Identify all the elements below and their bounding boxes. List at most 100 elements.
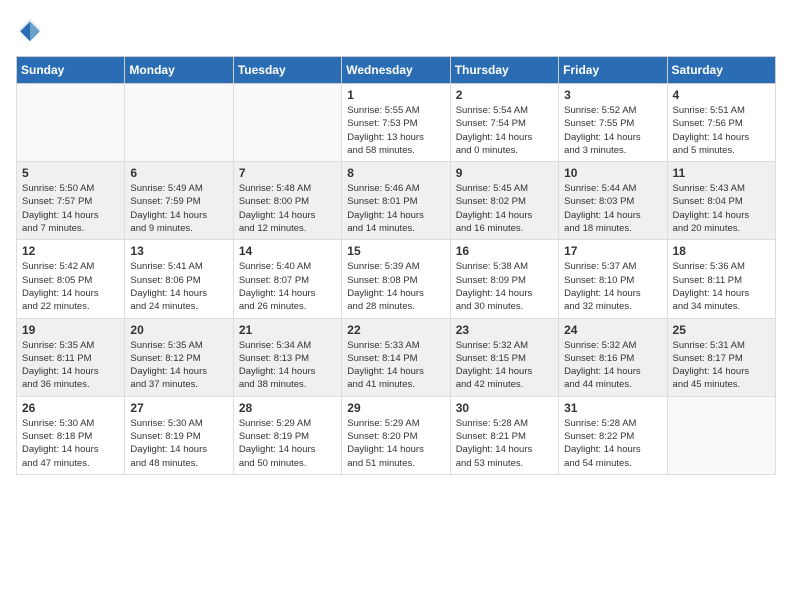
calendar-day-cell (125, 84, 233, 162)
day-number: 15 (347, 244, 444, 258)
day-info: Sunrise: 5:29 AMSunset: 8:19 PMDaylight:… (239, 417, 336, 470)
day-info: Sunrise: 5:31 AMSunset: 8:17 PMDaylight:… (673, 339, 770, 392)
day-info: Sunrise: 5:55 AMSunset: 7:53 PMDaylight:… (347, 104, 444, 157)
logo-icon (16, 16, 44, 44)
day-number: 29 (347, 401, 444, 415)
day-info: Sunrise: 5:28 AMSunset: 8:21 PMDaylight:… (456, 417, 553, 470)
day-info: Sunrise: 5:41 AMSunset: 8:06 PMDaylight:… (130, 260, 227, 313)
calendar-day-cell (233, 84, 341, 162)
day-number: 5 (22, 166, 119, 180)
day-info: Sunrise: 5:52 AMSunset: 7:55 PMDaylight:… (564, 104, 661, 157)
calendar-header-thursday: Thursday (450, 57, 558, 84)
calendar-day-cell: 15Sunrise: 5:39 AMSunset: 8:08 PMDayligh… (342, 240, 450, 318)
day-info: Sunrise: 5:36 AMSunset: 8:11 PMDaylight:… (673, 260, 770, 313)
day-info: Sunrise: 5:30 AMSunset: 8:19 PMDaylight:… (130, 417, 227, 470)
calendar-header-monday: Monday (125, 57, 233, 84)
page-header (16, 16, 776, 44)
calendar-day-cell: 5 Sunrise: 5:50 AMSunset: 7:57 PMDaylight… (17, 162, 125, 240)
calendar-header-saturday: Saturday (667, 57, 775, 84)
day-number: 24 (564, 323, 661, 337)
day-number: 23 (456, 323, 553, 337)
calendar-day-cell: 3 Sunrise: 5:52 AMSunset: 7:55 PMDaylight… (559, 84, 667, 162)
calendar-day-cell: 18 Sunrise: 5:36 AMSunset: 8:11 PMDayligh… (667, 240, 775, 318)
calendar-day-cell: 27Sunrise: 5:30 AMSunset: 8:19 PMDayligh… (125, 396, 233, 474)
calendar-day-cell: 16 Sunrise: 5:38 AMSunset: 8:09 PMDayligh… (450, 240, 558, 318)
calendar-day-cell: 25 Sunrise: 5:31 AMSunset: 8:17 PMDayligh… (667, 318, 775, 396)
logo (16, 16, 48, 44)
day-info: Sunrise: 5:35 AMSunset: 8:11 PMDaylight:… (22, 339, 119, 392)
day-number: 26 (22, 401, 119, 415)
day-number: 16 (456, 244, 553, 258)
day-info: Sunrise: 5:42 AMSunset: 8:05 PMDaylight:… (22, 260, 119, 313)
day-number: 28 (239, 401, 336, 415)
day-number: 10 (564, 166, 661, 180)
day-info: Sunrise: 5:38 AMSunset: 8:09 PMDaylight:… (456, 260, 553, 313)
day-number: 25 (673, 323, 770, 337)
calendar-day-cell: 12Sunrise: 5:42 AMSunset: 8:05 PMDayligh… (17, 240, 125, 318)
day-number: 18 (673, 244, 770, 258)
day-info: Sunrise: 5:29 AMSunset: 8:20 PMDaylight:… (347, 417, 444, 470)
day-number: 14 (239, 244, 336, 258)
day-number: 8 (347, 166, 444, 180)
day-number: 2 (456, 88, 553, 102)
day-info: Sunrise: 5:35 AMSunset: 8:12 PMDaylight:… (130, 339, 227, 392)
calendar-header-sunday: Sunday (17, 57, 125, 84)
calendar-day-cell: 7 Sunrise: 5:48 AMSunset: 8:00 PMDaylight… (233, 162, 341, 240)
day-number: 17 (564, 244, 661, 258)
calendar-day-cell: 1 Sunrise: 5:55 AMSunset: 7:53 PMDaylight… (342, 84, 450, 162)
day-number: 11 (673, 166, 770, 180)
day-info: Sunrise: 5:44 AMSunset: 8:03 PMDaylight:… (564, 182, 661, 235)
calendar-day-cell: 6 Sunrise: 5:49 AMSunset: 7:59 PMDaylight… (125, 162, 233, 240)
day-info: Sunrise: 5:37 AMSunset: 8:10 PMDaylight:… (564, 260, 661, 313)
calendar-day-cell: 23 Sunrise: 5:32 AMSunset: 8:15 PMDayligh… (450, 318, 558, 396)
calendar-day-cell: 20Sunrise: 5:35 AMSunset: 8:12 PMDayligh… (125, 318, 233, 396)
calendar-day-cell: 11 Sunrise: 5:43 AMSunset: 8:04 PMDayligh… (667, 162, 775, 240)
calendar-week-row: 26 Sunrise: 5:30 AMSunset: 8:18 PMDayligh… (17, 396, 776, 474)
calendar-day-cell: 28 Sunrise: 5:29 AMSunset: 8:19 PMDayligh… (233, 396, 341, 474)
day-info: Sunrise: 5:32 AMSunset: 8:16 PMDaylight:… (564, 339, 661, 392)
day-number: 31 (564, 401, 661, 415)
calendar-day-cell: 29 Sunrise: 5:29 AMSunset: 8:20 PMDayligh… (342, 396, 450, 474)
day-info: Sunrise: 5:32 AMSunset: 8:15 PMDaylight:… (456, 339, 553, 392)
day-info: Sunrise: 5:46 AMSunset: 8:01 PMDaylight:… (347, 182, 444, 235)
calendar-day-cell: 2Sunrise: 5:54 AMSunset: 7:54 PMDaylight… (450, 84, 558, 162)
day-info: Sunrise: 5:28 AMSunset: 8:22 PMDaylight:… (564, 417, 661, 470)
day-info: Sunrise: 5:49 AMSunset: 7:59 PMDaylight:… (130, 182, 227, 235)
calendar-day-cell (17, 84, 125, 162)
day-info: Sunrise: 5:51 AMSunset: 7:56 PMDaylight:… (673, 104, 770, 157)
day-number: 7 (239, 166, 336, 180)
day-number: 1 (347, 88, 444, 102)
calendar-day-cell: 30 Sunrise: 5:28 AMSunset: 8:21 PMDayligh… (450, 396, 558, 474)
calendar-header-tuesday: Tuesday (233, 57, 341, 84)
calendar-day-cell: 21Sunrise: 5:34 AMSunset: 8:13 PMDayligh… (233, 318, 341, 396)
calendar-week-row: 1 Sunrise: 5:55 AMSunset: 7:53 PMDaylight… (17, 84, 776, 162)
calendar-day-cell: 24 Sunrise: 5:32 AMSunset: 8:16 PMDayligh… (559, 318, 667, 396)
calendar-header-friday: Friday (559, 57, 667, 84)
calendar-week-row: 19Sunrise: 5:35 AMSunset: 8:11 PMDayligh… (17, 318, 776, 396)
day-number: 3 (564, 88, 661, 102)
day-number: 22 (347, 323, 444, 337)
calendar-day-cell: 17 Sunrise: 5:37 AMSunset: 8:10 PMDayligh… (559, 240, 667, 318)
day-info: Sunrise: 5:50 AMSunset: 7:57 PMDaylight:… (22, 182, 119, 235)
day-number: 9 (456, 166, 553, 180)
calendar-day-cell: 4 Sunrise: 5:51 AMSunset: 7:56 PMDaylight… (667, 84, 775, 162)
calendar-day-cell: 10 Sunrise: 5:44 AMSunset: 8:03 PMDayligh… (559, 162, 667, 240)
calendar-day-cell: 9Sunrise: 5:45 AMSunset: 8:02 PMDaylight… (450, 162, 558, 240)
calendar-day-cell (667, 396, 775, 474)
calendar-day-cell: 22 Sunrise: 5:33 AMSunset: 8:14 PMDayligh… (342, 318, 450, 396)
calendar-week-row: 5 Sunrise: 5:50 AMSunset: 7:57 PMDaylight… (17, 162, 776, 240)
calendar-table: SundayMondayTuesdayWednesdayThursdayFrid… (16, 56, 776, 475)
day-info: Sunrise: 5:33 AMSunset: 8:14 PMDaylight:… (347, 339, 444, 392)
day-info: Sunrise: 5:48 AMSunset: 8:00 PMDaylight:… (239, 182, 336, 235)
day-number: 30 (456, 401, 553, 415)
day-number: 6 (130, 166, 227, 180)
calendar-day-cell: 19Sunrise: 5:35 AMSunset: 8:11 PMDayligh… (17, 318, 125, 396)
day-info: Sunrise: 5:43 AMSunset: 8:04 PMDaylight:… (673, 182, 770, 235)
calendar-day-cell: 26 Sunrise: 5:30 AMSunset: 8:18 PMDayligh… (17, 396, 125, 474)
calendar-header-wednesday: Wednesday (342, 57, 450, 84)
calendar-day-cell: 13Sunrise: 5:41 AMSunset: 8:06 PMDayligh… (125, 240, 233, 318)
day-info: Sunrise: 5:30 AMSunset: 8:18 PMDaylight:… (22, 417, 119, 470)
calendar-week-row: 12Sunrise: 5:42 AMSunset: 8:05 PMDayligh… (17, 240, 776, 318)
day-number: 21 (239, 323, 336, 337)
day-number: 4 (673, 88, 770, 102)
